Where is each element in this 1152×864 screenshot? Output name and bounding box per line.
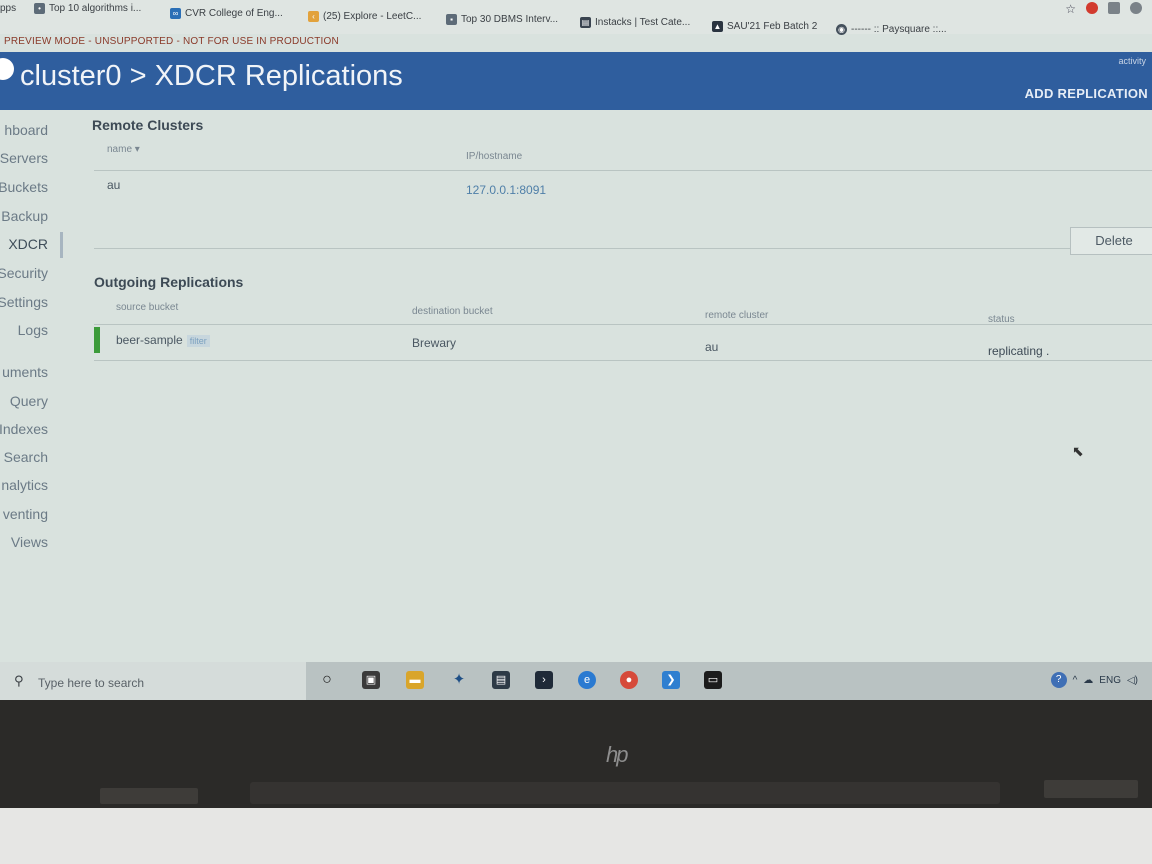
page-header: cluster0 > XDCR Replications activity AD… [0, 52, 1152, 110]
cloud-icon[interactable]: ☁ [1083, 675, 1093, 686]
extension-icon[interactable] [1086, 2, 1098, 14]
column-header-hostname: IP/hostname [466, 151, 523, 162]
column-header-source: source bucket [116, 302, 179, 313]
terminal-icon[interactable]: › [535, 671, 553, 689]
sidebar-item-indexes[interactable]: Indexes [0, 421, 48, 437]
sidebar-item-analytics[interactable]: nalytics [1, 477, 48, 493]
task-view-icon[interactable]: ▣ [362, 671, 380, 689]
star-icon[interactable]: ☆ [1065, 2, 1076, 16]
bookmark-icon: ∞ [170, 8, 181, 19]
sidebar-item-buckets[interactable]: Buckets [0, 179, 48, 195]
bookmark-dbms[interactable]: ▪ Top 30 DBMS Interv... [446, 14, 558, 25]
extension-icon[interactable] [1108, 2, 1120, 14]
language-indicator[interactable]: ENG [1099, 675, 1121, 686]
replication-status-cell: replicating . [988, 344, 1050, 358]
cluster-name-cell: au [107, 178, 121, 192]
sidebar-item-security[interactable]: Security [0, 265, 48, 281]
hinge-pad-left [100, 788, 198, 804]
laptop-hinge [250, 782, 1000, 804]
bookmark-algorithms[interactable]: • Top 10 algorithms i... [34, 3, 141, 14]
sidebar-item-settings[interactable]: Settings [0, 294, 48, 310]
replication-source-cell: beer-sample filter [116, 333, 210, 347]
bookmark-icon: • [34, 3, 45, 14]
active-nav-indicator [60, 232, 63, 258]
cluster-host-cell[interactable]: 127.0.0.1:8091 [466, 183, 546, 197]
sidebar-item-documents[interactable]: uments [2, 364, 48, 380]
remote-clusters-title: Remote Clusters [92, 117, 204, 133]
cmd-icon[interactable]: ▭ [704, 671, 722, 689]
sidebar-item-dashboard[interactable]: hboard [4, 122, 48, 138]
column-header-name[interactable]: name ▾ [107, 144, 140, 155]
table-divider [94, 170, 1152, 171]
filter-tag[interactable]: filter [186, 335, 210, 347]
file-explorer-icon[interactable]: ▬ [406, 671, 424, 689]
table-divider [94, 248, 1070, 249]
column-header-destination: destination bucket [412, 306, 493, 317]
activity-link[interactable]: activity [1118, 56, 1146, 66]
taskbar-search-box[interactable]: ⚲ Type here to search [0, 662, 306, 700]
keyboard-area [0, 808, 1152, 864]
store-icon[interactable]: ▤ [492, 671, 510, 689]
bookmark-cvr[interactable]: ∞ CVR College of Eng... [170, 8, 283, 19]
sidebar-item-eventing[interactable]: venting [3, 506, 48, 522]
vscode-icon[interactable]: ❯ [662, 671, 680, 689]
bookmark-label: SAU'21 Feb Batch 2 [727, 21, 818, 32]
leetcode-icon: ‹ [308, 11, 319, 22]
bookmark-leetcode[interactable]: ‹ (25) Explore - LeetC... [308, 11, 421, 22]
delete-button[interactable]: Delete [1070, 227, 1152, 255]
cortana-icon[interactable]: ○ [318, 671, 336, 689]
sidebar-item-logs[interactable]: Logs [18, 322, 48, 338]
bookmark-paysquare[interactable]: ◉ ------ :: Paysquare ::... [836, 24, 947, 35]
add-replication-button[interactable]: ADD REPLICATION [1025, 86, 1148, 101]
bookmark-label: pps [0, 3, 17, 14]
bookmark-label: Top 30 DBMS Interv... [461, 14, 559, 25]
bookmark-label: ------ :: Paysquare ::... [851, 24, 947, 35]
mouse-cursor-icon: ⬉ [1072, 443, 1084, 459]
source-bucket-label: beer-sample [116, 333, 183, 347]
bookmark-label: CVR College of Eng... [185, 8, 283, 19]
bookmark-label: Top 10 algorithms i... [49, 3, 142, 14]
sidebar-item-backup[interactable]: Backup [1, 208, 48, 224]
sidebar-item-servers[interactable]: Servers [0, 150, 48, 166]
volume-icon[interactable]: ◁) [1127, 675, 1138, 686]
bookmark-icon: ▤ [580, 17, 591, 28]
search-icon: ⚲ [14, 673, 24, 688]
screen: pps • Top 10 algorithms i... ∞ CVR College… [0, 0, 1152, 700]
chrome-icon[interactable]: ● [620, 671, 638, 689]
help-icon[interactable]: ? [1050, 672, 1067, 688]
replication-destination-cell: Brewary [412, 336, 457, 350]
bookmark-icon: ▪ [446, 14, 457, 25]
taskbar: ⚲ Type here to search ○ ▣ ▬ ✦ ▤ › e ● ❯ … [0, 662, 1152, 700]
bookmark-apps[interactable]: pps [0, 3, 16, 14]
extension-icon[interactable] [1130, 2, 1142, 14]
outgoing-replications-title: Outgoing Replications [94, 274, 244, 290]
globe-icon: ◉ [836, 24, 847, 35]
sidebar-item-xdcr[interactable]: XDCR [8, 236, 48, 252]
sidebar-item-search[interactable]: Search [4, 449, 48, 465]
couchbase-logo-icon[interactable] [0, 58, 14, 80]
replication-status-indicator [94, 327, 100, 353]
dropbox-icon[interactable]: ✦ [450, 671, 468, 689]
sidebar-item-query[interactable]: Query [10, 393, 48, 409]
hp-logo: hp [606, 742, 629, 767]
chevron-up-icon[interactable]: ^ [1073, 675, 1078, 686]
column-header-remote: remote cluster [705, 310, 769, 321]
sidebar-item-views[interactable]: Views [11, 534, 48, 550]
bookmark-label: Instacks | Test Cate... [595, 17, 691, 28]
bookmark-sau[interactable]: ▲ SAU'21 Feb Batch 2 [712, 21, 817, 32]
bookmarks-bar: pps • Top 10 algorithms i... ∞ CVR College… [0, 0, 1152, 35]
replication-remote-cell: au [705, 340, 719, 354]
bookmark-label: (25) Explore - LeetC... [323, 11, 422, 22]
system-tray: ? ^ ☁ ENG ◁) [1050, 672, 1138, 688]
table-divider [94, 360, 1152, 361]
search-placeholder: Type here to search [38, 676, 145, 690]
table-divider [94, 324, 1152, 325]
edge-icon[interactable]: e [578, 671, 596, 689]
browser-toolbar-right: ☆ [1065, 2, 1142, 16]
bookmark-instacks[interactable]: ▤ Instacks | Test Cate... [580, 17, 690, 28]
preview-mode-banner: PREVIEW MODE - UNSUPPORTED - NOT FOR USE… [4, 36, 339, 47]
page-title: cluster0 > XDCR Replications [20, 60, 403, 92]
bookmark-icon: ▲ [712, 21, 723, 32]
hinge-pad-right [1044, 780, 1138, 798]
